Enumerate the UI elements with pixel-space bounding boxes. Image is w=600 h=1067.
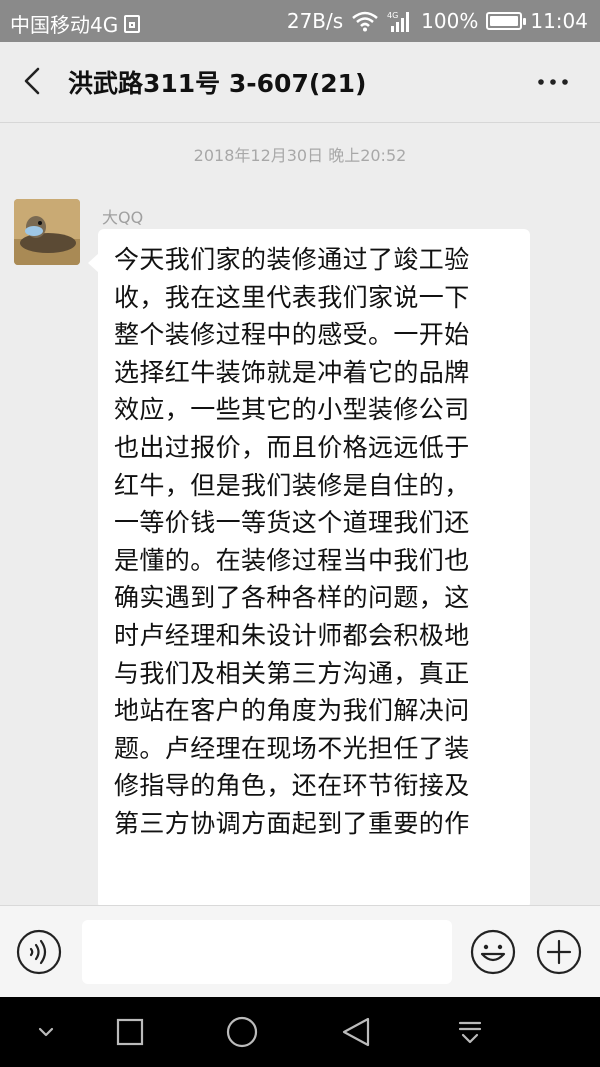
emoji-icon[interactable] xyxy=(470,929,516,975)
message-line: 修指导的角色，还在环节衔接及 xyxy=(114,771,470,801)
sender-name: 大QQ xyxy=(102,208,144,227)
message-line: 与我们及相关第三方沟通，真正 xyxy=(114,658,470,688)
message-line: 地站在客户的角度为我们解决问 xyxy=(114,696,470,726)
chat-screen: 中国移动4G 27B/s 4G 100% 11:04 洪武路311号 3-607… xyxy=(0,0,600,1067)
status-right: 27B/s 4G 100% 11:04 xyxy=(287,9,588,33)
triangle-back-icon[interactable] xyxy=(338,1014,374,1050)
message-input[interactable] xyxy=(82,920,452,984)
message-line: 选择红牛装饰就是冲着它的品牌 xyxy=(114,357,470,387)
chat-title: 洪武路311号 3-607(21) xyxy=(68,69,367,98)
message-line: 红牛，但是我们装修是自住的， xyxy=(114,470,470,500)
message-line: 第三方协调方面起到了重要的作 xyxy=(114,808,470,838)
back-arrow-icon[interactable] xyxy=(18,66,48,96)
message-line: 是懂的。在装修过程当中我们也 xyxy=(114,545,470,575)
avatar[interactable] xyxy=(14,199,80,265)
sim-icon xyxy=(124,14,141,33)
wifi-icon xyxy=(352,11,378,32)
network-type-label: 4G xyxy=(387,11,398,20)
message-line: 今天我们家的装修通过了竣工验 xyxy=(114,245,470,274)
plus-icon[interactable] xyxy=(536,929,582,975)
message-line: 确实遇到了各种各样的问题，这 xyxy=(114,583,470,613)
signal-icon: 4G xyxy=(387,11,410,32)
message-line: 收，我在这里代表我们家说一下 xyxy=(114,282,470,312)
system-nav-bar xyxy=(0,997,600,1067)
collapse-icon[interactable] xyxy=(28,1014,64,1050)
chat-header: 洪武路311号 3-607(21) xyxy=(0,42,600,123)
network-speed: 27B/s xyxy=(286,9,344,33)
avatar-image xyxy=(14,199,80,265)
message-line: 一等价钱一等货这个道理我们还 xyxy=(114,508,470,538)
message-line: 效应，一些其它的小型装修公司 xyxy=(114,395,470,425)
notification-pull-icon[interactable] xyxy=(452,1014,488,1050)
battery-percent: 100% xyxy=(421,9,479,33)
message-bubble[interactable]: 今天我们家的装修通过了竣工验 收，我在这里代表我们家说一下 整个装修过程中的感受。一… xyxy=(98,229,530,909)
battery-fill xyxy=(490,16,519,26)
message-line: 题。卢经理在现场不光担任了装 xyxy=(114,733,470,763)
more-dots-icon[interactable] xyxy=(536,72,570,92)
circle-icon[interactable] xyxy=(224,1014,260,1050)
message-line: 也出过报价，而且价格远远低于 xyxy=(114,432,470,462)
message-text: 今天我们家的装修通过了竣工验 收，我在这里代表我们家说一下 整个装修过程中的感受。一… xyxy=(98,229,530,843)
status-left: 中国移动4G xyxy=(10,9,141,38)
voice-icon[interactable] xyxy=(16,929,62,975)
square-icon[interactable] xyxy=(112,1014,148,1050)
carrier-label: 中国移动4G xyxy=(10,13,119,37)
message-timestamp: 2018年12月30日 晚上20:52 xyxy=(193,146,407,165)
message-line: 整个装修过程中的感受。一开始 xyxy=(114,320,470,350)
input-bar xyxy=(0,905,600,998)
status-bar: 中国移动4G 27B/s 4G 100% 11:04 xyxy=(0,0,600,42)
clock: 11:04 xyxy=(530,9,588,33)
message-line: 时卢经理和朱设计师都会积极地 xyxy=(114,620,470,650)
battery-icon xyxy=(486,12,527,30)
